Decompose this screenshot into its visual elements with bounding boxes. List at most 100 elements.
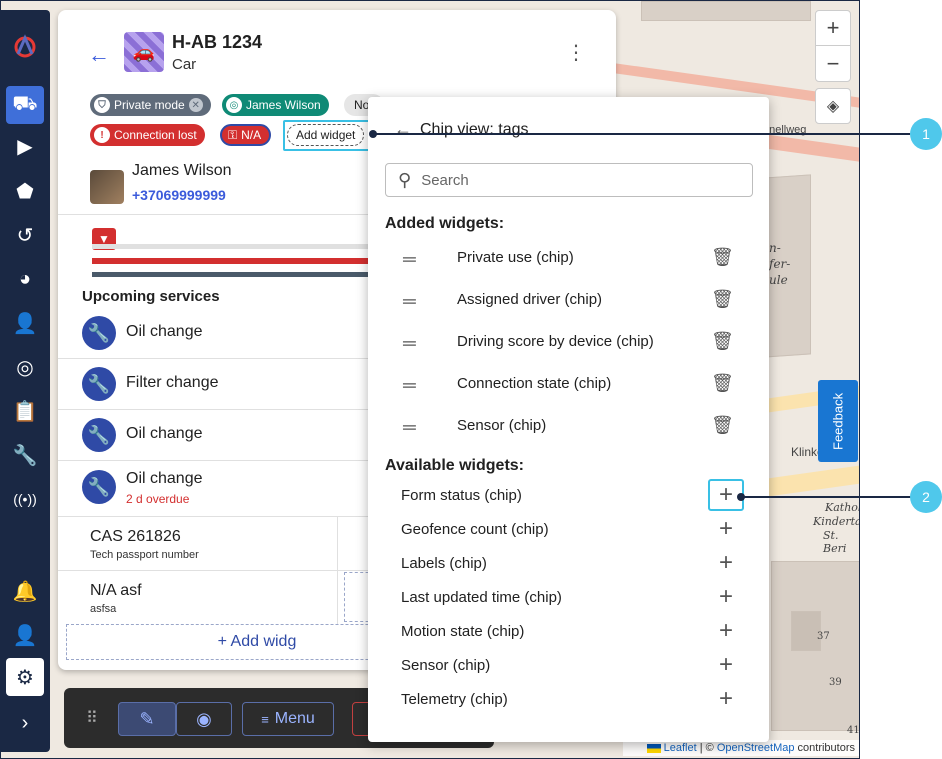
widget-name: Motion state (chip) bbox=[401, 623, 525, 640]
available-widget-row: Telemetry (chip) + bbox=[385, 683, 753, 717]
menu-button[interactable]: ≡ Menu bbox=[242, 702, 334, 736]
services-title: Upcoming services bbox=[82, 288, 220, 305]
info-label: Tech passport number bbox=[90, 549, 199, 561]
chip-private-mode[interactable]: ⛉ Private mode ✕ bbox=[90, 94, 211, 116]
view-button[interactable]: ◉ bbox=[176, 702, 232, 736]
add-widget-plus-button[interactable]: + bbox=[708, 581, 744, 613]
added-widget-row[interactable]: ═ Private use (chip) 🗑 bbox=[385, 237, 753, 279]
drag-handle-icon[interactable]: ⠿ bbox=[86, 708, 98, 728]
arrow-left-icon: ← bbox=[88, 42, 110, 67]
chip-label: Connection lost bbox=[114, 128, 197, 142]
layers-button[interactable]: ◈ bbox=[815, 88, 851, 124]
vehicle-title: H-AB 1234 bbox=[172, 32, 263, 52]
service-row[interactable]: 🔧 Oil change bbox=[82, 410, 372, 460]
logo-icon[interactable] bbox=[6, 28, 44, 66]
popup-header[interactable]: ← Chip view: tags bbox=[394, 119, 529, 140]
menu-edit-icon: ≡ bbox=[261, 711, 269, 727]
play-icon: ▶ bbox=[17, 135, 33, 158]
shield-icon: ⛉ bbox=[94, 97, 110, 113]
info-value: N/A asf bbox=[90, 582, 142, 599]
search-input[interactable]: ⚲ Search bbox=[385, 163, 753, 197]
driver-phone[interactable]: +37069999999 bbox=[132, 187, 226, 203]
drag-handle-icon[interactable]: ═ bbox=[403, 249, 416, 270]
zoom-out-button[interactable]: − bbox=[816, 46, 850, 81]
added-widgets-heading: Added widgets: bbox=[385, 215, 505, 232]
sidebar-item-notifications[interactable]: 🔔 bbox=[6, 572, 44, 610]
add-widget-plus-button[interactable]: + bbox=[708, 649, 744, 681]
wrench-icon: 🔧 bbox=[82, 316, 116, 350]
added-widget-row[interactable]: ═ Assigned driver (chip) 🗑 bbox=[385, 279, 753, 321]
sidebar-item-reports[interactable]: ◕ bbox=[6, 260, 44, 298]
back-button[interactable]: ← bbox=[88, 42, 110, 68]
sidebar-item-play[interactable]: ▶ bbox=[6, 127, 44, 165]
zoom-in-button[interactable]: + bbox=[816, 11, 850, 46]
sidebar-item-maintenance[interactable]: 🔧 bbox=[6, 436, 44, 474]
callout-dot bbox=[737, 493, 745, 501]
sidebar-expand[interactable]: › bbox=[6, 704, 44, 742]
add-widget-plus-button[interactable]: + bbox=[708, 513, 744, 545]
trash-icon[interactable]: 🗑 bbox=[711, 373, 734, 394]
trash-icon[interactable]: 🗑 bbox=[711, 247, 734, 268]
info-cell: N/A asf asfsa bbox=[90, 582, 142, 615]
steering-wheel-icon: ◎ bbox=[226, 97, 242, 113]
add-widget-plus-button[interactable]: + bbox=[708, 547, 744, 579]
history-icon: ↺ bbox=[16, 224, 34, 247]
widget-name: Private use (chip) bbox=[457, 249, 574, 266]
sidebar-item-profile[interactable]: 👤 bbox=[6, 616, 44, 654]
drag-handle-icon[interactable]: ═ bbox=[403, 333, 416, 354]
add-widget-label: + Add widg bbox=[217, 633, 297, 650]
gauge-bar-red bbox=[92, 258, 372, 264]
map-house-number: 37 bbox=[817, 631, 830, 642]
widget-name: Form status (chip) bbox=[401, 487, 522, 504]
service-row[interactable]: 🔧 Filter change bbox=[82, 359, 372, 409]
chip-sensor-na[interactable]: ⚿ N/A bbox=[220, 124, 272, 146]
chip-driver[interactable]: ◎ James Wilson bbox=[222, 94, 329, 116]
available-widget-row: Last updated time (chip) + bbox=[385, 581, 753, 615]
chip-label: Private mode bbox=[114, 98, 185, 112]
added-widget-row[interactable]: ═ Driving score by device (chip) 🗑 bbox=[385, 321, 753, 363]
add-widget-plus-button[interactable]: + bbox=[708, 683, 744, 715]
sidebar-item-vehicles[interactable]: ⛟ bbox=[6, 86, 44, 124]
added-widget-row[interactable]: ═ Connection state (chip) 🗑 bbox=[385, 363, 753, 405]
close-icon[interactable]: ✕ bbox=[188, 98, 203, 112]
wrench-icon: 🔧 bbox=[82, 418, 116, 452]
sidebar-item-geofences[interactable]: ⬟ bbox=[6, 172, 44, 210]
added-widget-row[interactable]: ═ Sensor (chip) 🗑 bbox=[385, 405, 753, 447]
trash-icon[interactable]: 🗑 bbox=[711, 331, 734, 352]
sidebar-item-settings[interactable]: ⚙ bbox=[6, 658, 44, 696]
drag-handle-icon[interactable]: ═ bbox=[403, 417, 416, 438]
trash-icon[interactable]: 🗑 bbox=[711, 289, 734, 310]
key-icon: ⚿ bbox=[228, 127, 238, 142]
drag-handle-icon[interactable]: ═ bbox=[403, 291, 416, 312]
info-label: asfsa bbox=[90, 603, 117, 615]
service-row[interactable]: 🔧 Oil change bbox=[82, 308, 372, 358]
sidebar-item-tasks[interactable]: 📋 bbox=[6, 392, 44, 430]
chip-connection-lost[interactable]: ! Connection lost bbox=[90, 124, 205, 146]
add-widget-chip[interactable]: Add widget bbox=[287, 124, 365, 146]
feedback-button[interactable]: Feedback bbox=[818, 380, 858, 462]
car-icon: 🚗 bbox=[132, 41, 156, 62]
sidebar-item-driving[interactable]: ◎ bbox=[6, 348, 44, 386]
map-label: ule bbox=[769, 273, 788, 287]
edit-button[interactable]: ✎ bbox=[118, 702, 176, 736]
callout-line bbox=[373, 133, 910, 135]
trash-icon[interactable]: 🗑 bbox=[711, 415, 734, 436]
available-widget-row: Motion state (chip) + bbox=[385, 615, 753, 649]
sidebar-item-devices[interactable]: ((•)) bbox=[6, 480, 44, 518]
info-value: CAS 261826 bbox=[90, 528, 181, 545]
drag-handle-icon[interactable]: ═ bbox=[403, 375, 416, 396]
callout-marker: 1 bbox=[910, 118, 942, 150]
sidebar-item-history[interactable]: ↺ bbox=[6, 216, 44, 254]
sidebar-item-drivers[interactable]: 👤 bbox=[6, 304, 44, 342]
gauge-track bbox=[92, 244, 372, 249]
osm-link[interactable]: OpenStreetMap bbox=[717, 742, 795, 754]
more-menu-button[interactable]: ⋮ bbox=[566, 40, 586, 65]
widget-name: Sensor (chip) bbox=[457, 417, 547, 434]
service-label: Oil change bbox=[126, 323, 203, 340]
steering-wheel-icon: ◎ bbox=[16, 356, 34, 379]
service-row[interactable]: 🔧 Oil change 2 d overdue bbox=[82, 462, 372, 512]
map-house-number: 41 bbox=[847, 725, 860, 736]
add-widget-plus-button[interactable]: + bbox=[708, 615, 744, 647]
leaflet-link[interactable]: Leaflet bbox=[664, 742, 697, 754]
attribution-separator: | © bbox=[696, 742, 717, 754]
